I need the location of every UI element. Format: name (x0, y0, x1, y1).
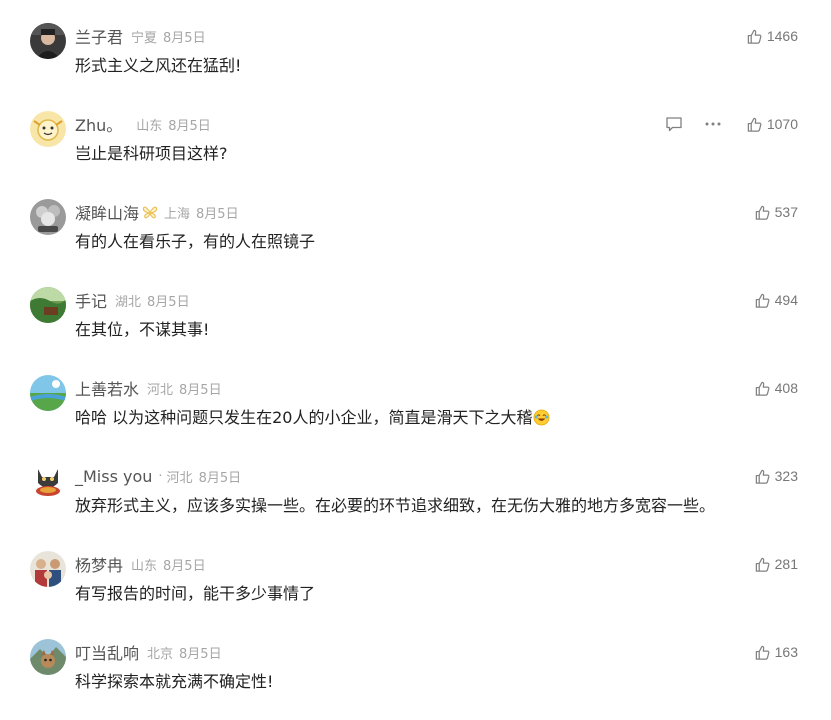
avatar[interactable] (30, 639, 66, 675)
comment-meta: Zhu。 山东 8月5日 (75, 112, 211, 136)
like-button[interactable]: 323 (754, 465, 798, 487)
like-button[interactable]: 1070 (746, 113, 798, 135)
comment-text-content: 哈哈 以为这种问题只发生在20人的小企业，简直是滑天下之大稽 (75, 408, 533, 427)
comment-item: _Miss you · 河北 8月5日 放弃形式主义，应该多实操一些。在必要的环… (0, 440, 831, 528)
like-count: 1466 (766, 28, 798, 44)
reply-icon[interactable] (664, 114, 684, 134)
like-button[interactable]: 163 (754, 641, 798, 663)
like-count: 281 (774, 556, 798, 572)
thumbs-up-icon (755, 293, 770, 308)
avatar[interactable] (30, 111, 66, 147)
thumbs-up-icon (755, 205, 770, 220)
thumbs-up-icon (755, 557, 770, 572)
comment-text: 有写报告的时间，能干多少事情了 (75, 584, 316, 603)
location: 北京 (147, 646, 174, 662)
nickname[interactable]: 上善若水 (75, 376, 139, 400)
like-count: 323 (774, 468, 798, 484)
thumbs-up-icon (755, 645, 770, 660)
thumbs-up-icon (755, 469, 770, 484)
date: 8月5日 (163, 558, 206, 574)
like-button[interactable]: 537 (754, 201, 798, 223)
comment-meta: 杨梦冉 山东 8月5日 (75, 552, 206, 576)
comment-item: 叮当乱响 北京 8月5日 科学探索本就充满不确定性! 163 (0, 616, 831, 704)
butterfly-badge-icon (142, 206, 158, 219)
comment-text: 有的人在看乐子，有的人在照镜子 (75, 232, 316, 251)
nickname[interactable]: 杨梦冉 (75, 552, 123, 576)
avatar[interactable] (30, 199, 66, 235)
date: 8月5日 (198, 470, 242, 486)
nickname[interactable]: 手记 (75, 288, 107, 312)
like-button[interactable]: 1466 (746, 25, 798, 47)
location: 山东 (136, 118, 163, 134)
nickname[interactable]: Zhu。 (75, 112, 122, 136)
avatar[interactable] (30, 551, 66, 587)
thumbs-up-icon (747, 29, 762, 44)
date: 8月5日 (168, 118, 211, 134)
laughing-emoji-icon (534, 409, 550, 426)
location: 湖北 (115, 294, 142, 310)
location: 河北 (166, 470, 193, 486)
like-button[interactable]: 494 (754, 289, 798, 311)
comment-item: 凝眸山海 上海 8月5日 有的人在看乐子，有的人在照镜子 537 (0, 176, 831, 264)
comment-text: 放弃形式主义，应该多实操一些。在必要的环节追求细致，在无伤大雅的地方多宽容一些。 (75, 496, 716, 515)
thumbs-up-icon (755, 381, 770, 396)
date: 8月5日 (179, 646, 222, 662)
comment-meta: _Miss you · 河北 8月5日 (75, 464, 241, 488)
more-icon[interactable] (703, 114, 723, 134)
comment-meta: 叮当乱响 北京 8月5日 (75, 640, 222, 664)
nickname[interactable]: _Miss you (75, 467, 152, 486)
nickname[interactable]: 叮当乱响 (75, 640, 139, 664)
nickname[interactable]: 兰子君 (75, 24, 123, 48)
name-suffix: · (158, 468, 163, 484)
location: 上海 (164, 206, 191, 222)
like-button[interactable]: 408 (754, 377, 798, 399)
comment-item: 上善若水 河北 8月5日 哈哈 以为这种问题只发生在20人的小企业，简直是滑天下… (0, 352, 831, 440)
date: 8月5日 (196, 206, 239, 222)
avatar[interactable] (30, 375, 66, 411)
comment-meta: 上善若水 河北 8月5日 (75, 376, 222, 400)
nickname[interactable]: 凝眸山海 (75, 200, 139, 224)
comment-meta: 兰子君 宁夏 8月5日 (75, 24, 206, 48)
comment-item: Zhu。 山东 8月5日 岂止是科研项目这样? 1070 (0, 88, 831, 176)
comment-text: 形式主义之风还在猛刮! (75, 56, 242, 75)
location: 山东 (131, 558, 158, 574)
comment-meta: 手记 湖北 8月5日 (75, 288, 190, 312)
thumbs-up-icon (747, 117, 762, 132)
like-count: 1070 (766, 116, 798, 132)
location: 宁夏 (131, 30, 158, 46)
comment-item: 兰子君 宁夏 8月5日 形式主义之风还在猛刮! 1466 (0, 0, 831, 88)
comment-list: 兰子君 宁夏 8月5日 形式主义之风还在猛刮! 1466 Zhu。 山东 8月5… (0, 0, 831, 720)
comment-text: 科学探索本就充满不确定性! (75, 672, 274, 691)
comment-item: 杨梦冉 山东 8月5日 有写报告的时间，能干多少事情了 281 (0, 528, 831, 616)
date: 8月5日 (163, 30, 206, 46)
avatar[interactable] (30, 23, 66, 59)
like-count: 408 (774, 380, 798, 396)
date: 8月5日 (147, 294, 190, 310)
location: 河北 (147, 382, 174, 398)
comment-text: 岂止是科研项目这样? (75, 144, 228, 163)
comment-item: 手记 湖北 8月5日 在其位，不谋其事! 494 (0, 264, 831, 352)
like-count: 163 (774, 644, 798, 660)
comment-meta: 凝眸山海 上海 8月5日 (75, 200, 239, 224)
like-button[interactable]: 281 (754, 553, 798, 575)
comment-text: 在其位，不谋其事! (75, 320, 210, 339)
like-count: 494 (774, 292, 798, 308)
like-count: 537 (774, 204, 798, 220)
avatar[interactable] (30, 287, 66, 323)
comment-text: 哈哈 以为这种问题只发生在20人的小企业，简直是滑天下之大稽 (75, 404, 550, 428)
avatar[interactable] (30, 463, 66, 499)
date: 8月5日 (179, 382, 222, 398)
